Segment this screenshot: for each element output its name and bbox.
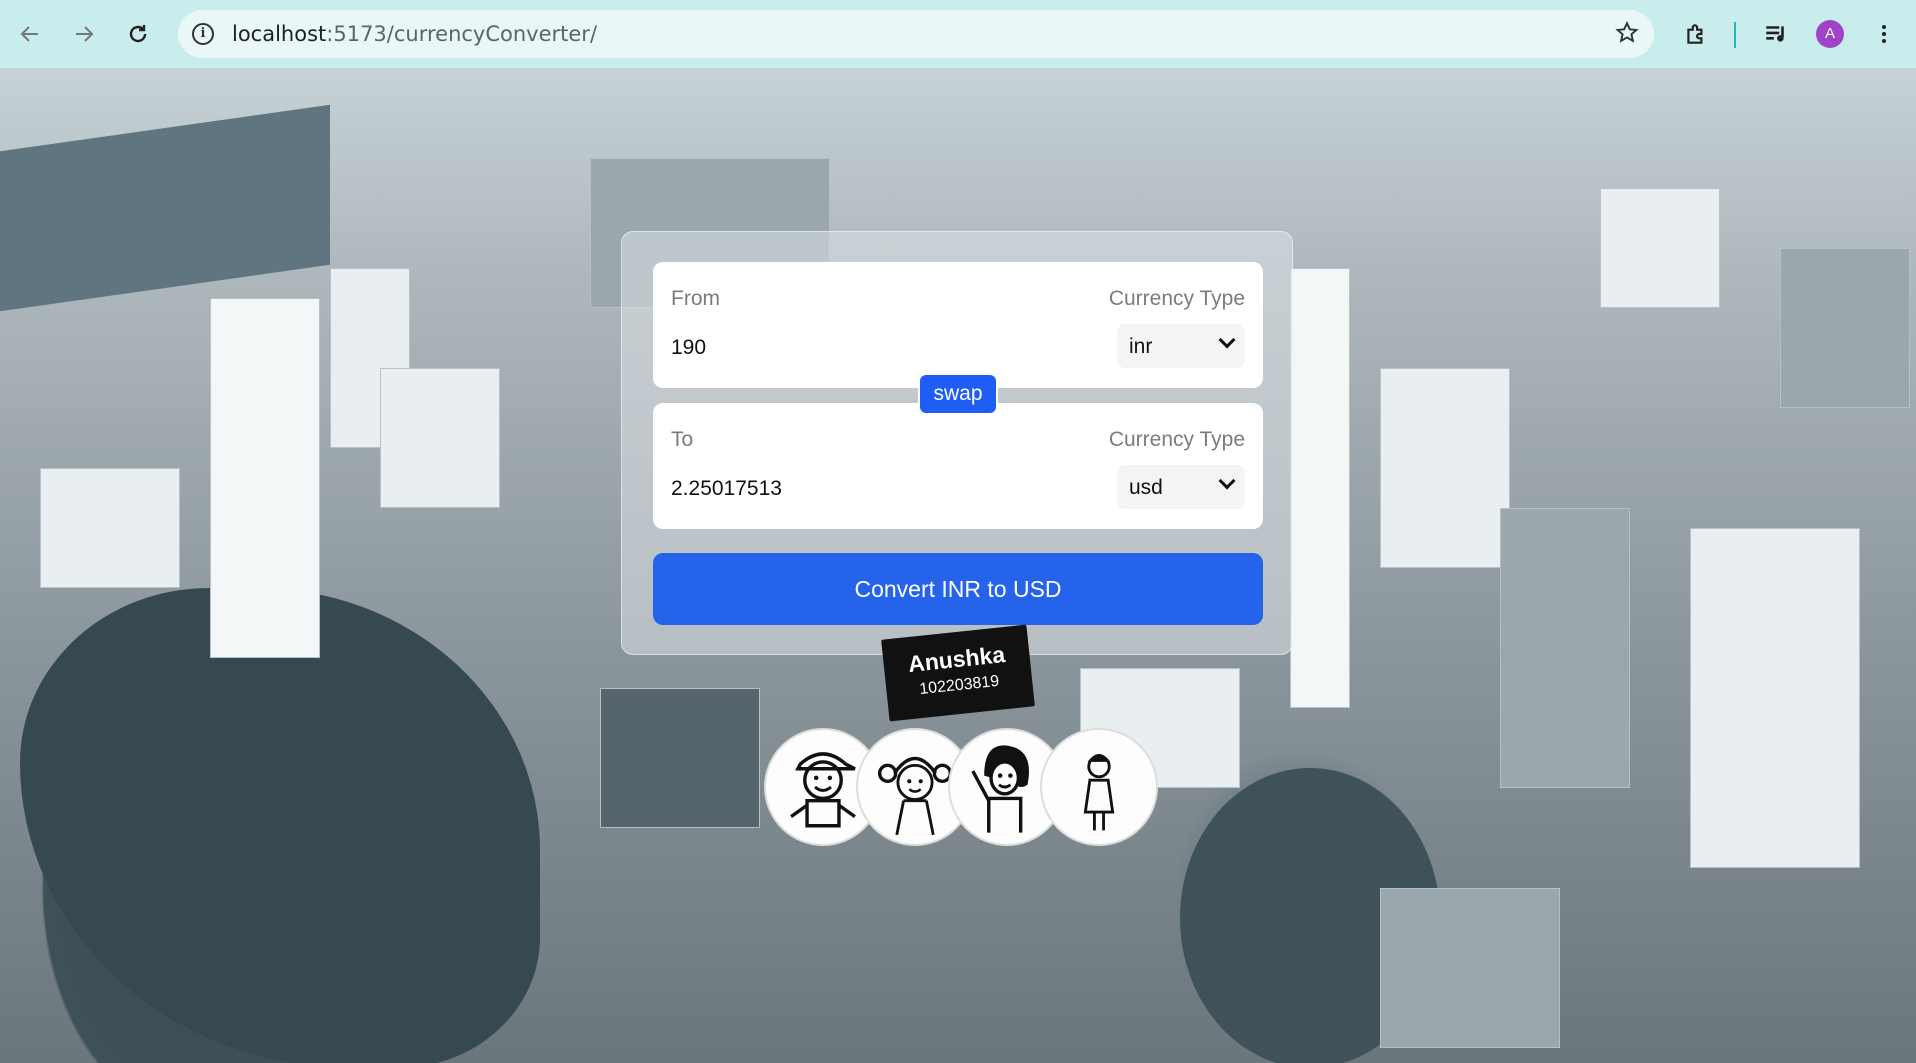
from-input-box: From Currency Type 190 inr bbox=[653, 262, 1263, 388]
author-name-tag: Anushka 102203819 bbox=[881, 624, 1035, 722]
more-vert-icon[interactable] bbox=[1864, 14, 1904, 54]
browser-toolbar: i localhost:5173/currencyConverter/ A bbox=[0, 0, 1916, 68]
reload-icon[interactable] bbox=[118, 14, 158, 54]
swap-button[interactable]: swap bbox=[918, 373, 998, 415]
to-label: To bbox=[671, 428, 694, 451]
tower-building bbox=[1500, 508, 1630, 788]
building bbox=[1780, 248, 1910, 408]
from-currency-value: inr bbox=[1129, 335, 1153, 358]
building bbox=[1380, 888, 1560, 1048]
forward-arrow-icon[interactable] bbox=[64, 14, 104, 54]
to-currency-select[interactable]: usd bbox=[1117, 465, 1245, 509]
to-currency-type-label: Currency Type bbox=[1108, 428, 1245, 451]
currency-converter-card: From Currency Type 190 inr To Currency T… bbox=[621, 231, 1293, 655]
convert-button[interactable]: Convert INR to USD bbox=[653, 553, 1263, 625]
chevron-down-icon bbox=[1218, 331, 1236, 349]
address-bar[interactable]: i localhost:5173/currencyConverter/ bbox=[178, 10, 1654, 58]
from-label: From bbox=[671, 287, 720, 310]
media-control-icon[interactable] bbox=[1756, 14, 1796, 54]
url-host: localhost bbox=[232, 22, 327, 46]
to-currency-value: usd bbox=[1129, 476, 1163, 499]
extensions-icon[interactable] bbox=[1676, 14, 1716, 54]
from-amount-input[interactable]: 190 bbox=[671, 336, 706, 360]
chevron-down-icon bbox=[1218, 472, 1236, 490]
site-info-icon[interactable]: i bbox=[192, 23, 214, 45]
url-text: localhost:5173/currencyConverter/ bbox=[232, 22, 597, 46]
toolbar-divider bbox=[1734, 22, 1736, 48]
building bbox=[1600, 188, 1720, 308]
to-input-box: To Currency Type 2.25017513 usd bbox=[653, 403, 1263, 529]
girl-standing-avatar bbox=[1040, 728, 1158, 846]
profile-initial: A bbox=[1824, 25, 1835, 42]
url-path: :5173/currencyConverter/ bbox=[326, 22, 598, 46]
tower-building bbox=[1290, 268, 1350, 708]
to-amount-input[interactable]: 2.25017513 bbox=[671, 477, 782, 501]
tower-building bbox=[1690, 528, 1860, 868]
avatar-group bbox=[764, 728, 1174, 850]
building bbox=[380, 368, 500, 508]
tower-building bbox=[210, 298, 320, 658]
building bbox=[1380, 368, 1510, 568]
profile-avatar[interactable]: A bbox=[1816, 20, 1844, 48]
back-arrow-icon[interactable] bbox=[10, 14, 50, 54]
from-currency-select[interactable]: inr bbox=[1117, 324, 1245, 368]
building bbox=[600, 688, 760, 828]
bookmark-star-icon[interactable] bbox=[1614, 20, 1640, 53]
harbor-water bbox=[0, 104, 330, 312]
building bbox=[40, 468, 180, 588]
river-water bbox=[20, 588, 540, 1063]
from-currency-type-label: Currency Type bbox=[1108, 287, 1245, 310]
